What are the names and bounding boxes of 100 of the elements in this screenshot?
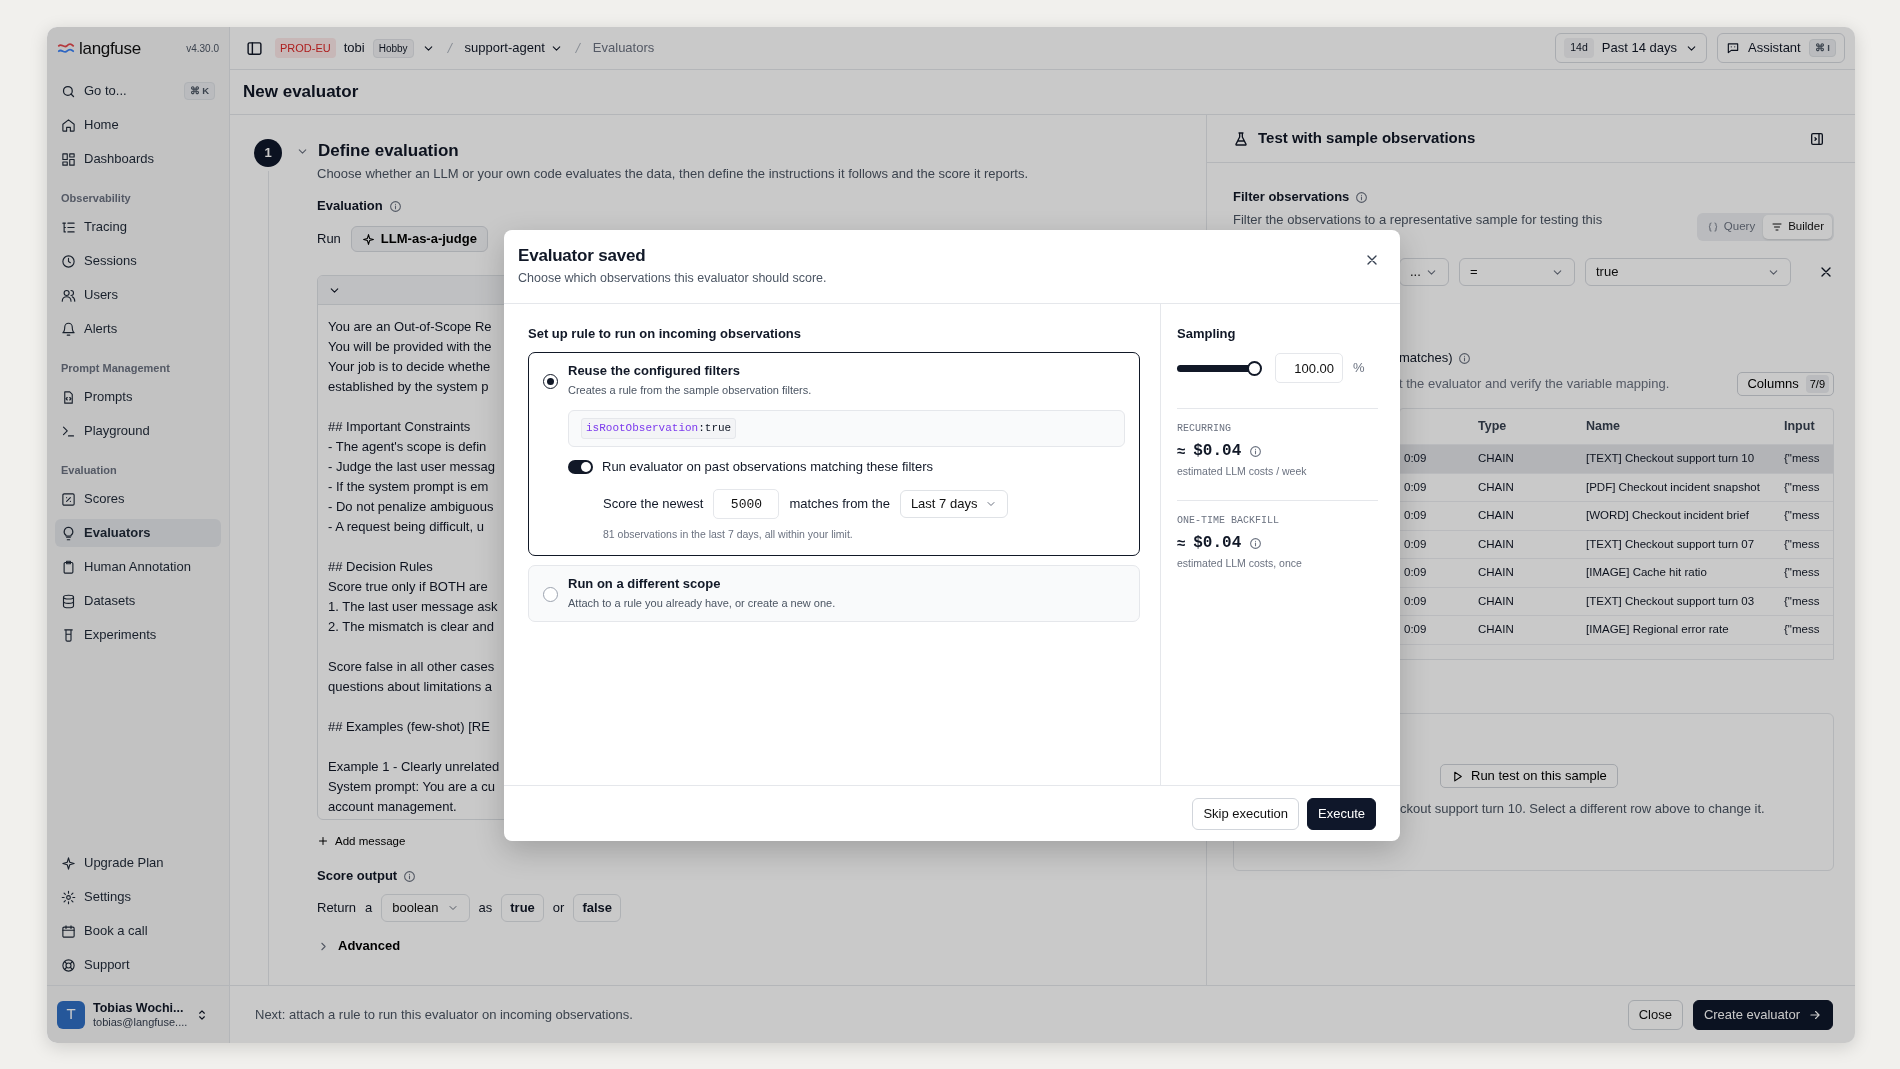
info-icon: [1458, 351, 1472, 365]
sidebar-toggle-button[interactable]: [246, 39, 263, 57]
sidebar-item[interactable]: Datasets: [55, 587, 221, 615]
cost-label: ONE-TIME BACKFILL: [1177, 514, 1281, 528]
sidebar-item[interactable]: Prompts: [55, 383, 221, 411]
cost-note: estimated LLM costs / week: [1177, 464, 1308, 478]
table-row[interactable]: 0:09 CHAIN [TEXT] Checkout support turn 10 {"mess: [1400, 445, 1833, 474]
chat-icon: [1725, 41, 1740, 55]
database-icon: [61, 593, 76, 609]
value-select[interactable]: true: [1585, 258, 1791, 286]
advanced-toggle[interactable]: Advanced: [317, 936, 401, 956]
prompt-line: Score true only if BOTH are: [328, 578, 488, 596]
project-switcher[interactable]: support-agent: [464, 38, 563, 58]
logo-icon: [57, 42, 75, 55]
table-cell-text: [IMAGE] Cache hit ratio: [1586, 565, 1708, 581]
sidebar-item[interactable]: Alerts: [55, 315, 221, 343]
section-title: Set up rule to run on incoming observations: [528, 325, 803, 343]
view-tab[interactable]: Builder: [1763, 215, 1832, 239]
section-label: Evaluation: [60, 463, 118, 478]
sidebar-item[interactable]: Scores: [55, 485, 221, 513]
table-row[interactable]: 0:09 CHAIN [IMAGE] Cache hit ratio {"mess: [1400, 559, 1833, 588]
prompt-line: account management.: [328, 798, 457, 816]
toggle-switch[interactable]: [568, 460, 593, 474]
columns-button[interactable]: Columns 7/9: [1737, 372, 1834, 396]
assistant-button[interactable]: Assistant ⌘ I: [1716, 33, 1845, 63]
radio-button[interactable]: [543, 587, 558, 602]
view-tab[interactable]: Query: [1698, 215, 1764, 239]
sidebar-item[interactable]: Tracing: [55, 213, 221, 241]
evaluator-type-button[interactable]: LLM-as-a-judge: [350, 226, 488, 252]
field-label: Evaluation: [317, 197, 383, 215]
table-row[interactable]: 0:09 CHAIN [PDF] Checkout incident snapshot {"mess: [1400, 473, 1833, 502]
prompt-line: Score false in all other cases: [328, 658, 495, 676]
run-note: ckout support turn 10. Select a different row above to change it.: [1400, 800, 1766, 818]
approx-sign: ≈: [1177, 441, 1186, 461]
date-range-button[interactable]: 14d Past 14 days: [1555, 33, 1707, 63]
table-cell-text: CHAIN: [1478, 508, 1515, 524]
panel-title: Test with sample observations: [1258, 128, 1476, 149]
prompt-line: You will be provided with the: [328, 338, 492, 356]
org-switcher[interactable]: tobi: [343, 38, 365, 58]
table-cell-text: {"mess: [1784, 565, 1821, 581]
table-row[interactable]: 0:09 CHAIN [TEXT] Checkout support turn 03 {"mess: [1400, 587, 1833, 616]
sidebar-item[interactable]: Sessions: [55, 247, 221, 275]
run-test-button[interactable]: Run test on this sample: [1440, 764, 1618, 788]
skip-button[interactable]: Skip execution: [1192, 797, 1299, 830]
prefix-label: Score the newest: [603, 495, 704, 514]
option-description: Creates a rule from the sample observation filters.: [568, 383, 813, 398]
execute-button[interactable]: Execute: [1307, 797, 1376, 830]
range-select[interactable]: Last 7 days: [899, 490, 1009, 518]
sidebar-item[interactable]: Upgrade Plan: [55, 849, 221, 877]
sidebar-item[interactable]: Book a call: [55, 917, 221, 945]
column-select[interactable]: ...: [1399, 258, 1449, 286]
sidebar-item[interactable]: Users: [55, 281, 221, 309]
close-button[interactable]: Close: [1627, 999, 1683, 1030]
sidebar-item[interactable]: Home: [55, 111, 221, 139]
info-icon: [388, 199, 402, 213]
slider-thumb[interactable]: [1247, 360, 1262, 376]
prompt-line: - The agent's scope is defin: [328, 438, 487, 456]
collapse-panel-button[interactable]: [1809, 130, 1825, 147]
lifebuoy-icon: [61, 957, 76, 973]
unit-label: %: [1353, 359, 1365, 378]
prompt-line: - Judge the last user messag: [328, 458, 495, 476]
table-cell-text: 0:09: [1403, 479, 1428, 495]
sidebar-item[interactable]: Support: [55, 951, 221, 979]
step-title: Define evaluation: [318, 140, 459, 163]
table-cell-text: 0:09: [1403, 565, 1428, 581]
user-email: tobias@langfuse....: [93, 1015, 188, 1029]
prompt-line: 2. The mismatch is clear and: [328, 618, 494, 636]
or-label: or: [552, 899, 565, 918]
option-card[interactable]: [528, 352, 1140, 556]
radio-button[interactable]: [543, 374, 558, 389]
terminal-icon: [61, 423, 76, 439]
sidebar-item[interactable]: Playground: [55, 417, 221, 445]
sparkle-icon: [61, 855, 76, 871]
sidebar-item[interactable]: Settings: [55, 883, 221, 911]
table-row[interactable]: 0:09 CHAIN [IMAGE] Regional error rate {"mess: [1400, 616, 1833, 645]
approx-sign: ≈: [1177, 533, 1186, 553]
type-select[interactable]: boolean: [381, 894, 470, 922]
info-icon: [1249, 444, 1263, 458]
table-row[interactable]: 0:09 CHAIN [WORD] Checkout incident brief {"mess: [1400, 502, 1833, 531]
go-to-link[interactable]: Go to...: [84, 81, 127, 101]
cost-note: estimated LLM costs, once: [1177, 556, 1303, 570]
operator-select[interactable]: =: [1459, 258, 1575, 286]
add-message-button[interactable]: Add message: [317, 832, 406, 850]
sidebar-item[interactable]: Dashboards: [55, 145, 221, 173]
table-row[interactable]: 0:09 CHAIN [TEXT] Checkout support turn 07 {"mess: [1400, 530, 1833, 559]
prompt-line: established by the system p: [328, 378, 489, 396]
table-cell-text: {"mess: [1784, 593, 1821, 609]
sidebar-item[interactable]: Experiments: [55, 621, 221, 649]
percent-input[interactable]: 100.00: [1275, 353, 1343, 383]
option-card[interactable]: Run on a different scope Attach to a rule you already have, or create a new one.: [528, 565, 1140, 622]
count-input[interactable]: 5000: [713, 489, 780, 519]
sidebar-item[interactable]: Human Annotation: [55, 553, 221, 581]
prompt-line: ## Decision Rules: [328, 558, 433, 576]
cost-label: RECURRING: [1177, 422, 1232, 436]
sidebar-item[interactable]: Evaluators: [55, 519, 221, 547]
prompt-line: ## Examples (few-shot) [RE: [328, 718, 490, 736]
table-cell-text: {"mess: [1784, 451, 1821, 467]
logo-text: langfuse: [79, 37, 141, 60]
plan-badge: Hobby: [372, 38, 414, 58]
create-button[interactable]: Create evaluator: [1692, 999, 1833, 1030]
